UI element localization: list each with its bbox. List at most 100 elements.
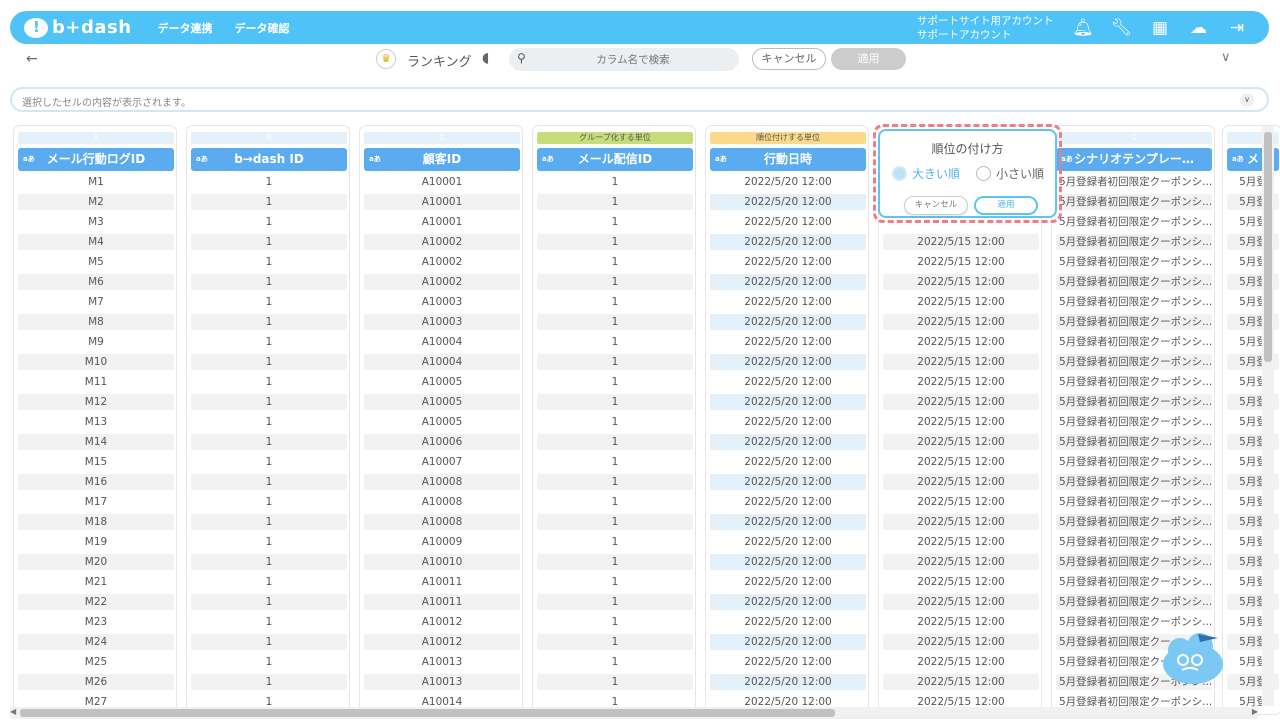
cell-content-bar[interactable]: 選択したセルの内容が表示されます。 ∨	[10, 87, 1269, 112]
table-cell[interactable]: 2022/5/15 12:00	[883, 234, 1039, 250]
table-cell[interactable]: M16	[18, 474, 174, 490]
vertical-scrollbar[interactable]	[1262, 126, 1274, 706]
table-cell[interactable]: 2022/5/15 12:00	[883, 634, 1039, 650]
account-info[interactable]: サポートサイト用アカウント サポートアカウント	[917, 14, 1054, 42]
table-cell[interactable]: A10009	[364, 534, 520, 550]
table-cell[interactable]: 1	[537, 674, 693, 690]
table-cell[interactable]: 5月登録者初回限定クーポンシ...	[1056, 294, 1212, 310]
apply-button[interactable]: 適用	[831, 48, 906, 70]
table-cell[interactable]: 2022/5/15 12:00	[883, 434, 1039, 450]
table-cell[interactable]: 5月登録者初回限定クーポンシ...	[1056, 514, 1212, 530]
table-cell[interactable]: M23	[18, 614, 174, 630]
table-cell[interactable]: A10008	[364, 474, 520, 490]
table-cell[interactable]: 2022/5/20 12:00	[710, 214, 866, 230]
table-cell[interactable]: 1	[537, 234, 693, 250]
table-cell[interactable]: 2022/5/15 12:00	[883, 274, 1039, 290]
table-cell[interactable]: 5月登録者初回限定クーポンシ...	[1056, 314, 1212, 330]
table-cell[interactable]: 1	[537, 634, 693, 650]
table-cell[interactable]: 2022/5/15 12:00	[883, 254, 1039, 270]
table-cell[interactable]: A10008	[364, 514, 520, 530]
table-cell[interactable]: 2022/5/20 12:00	[710, 594, 866, 610]
vertical-scroll-thumb[interactable]	[1264, 132, 1272, 362]
table-cell[interactable]: A10011	[364, 594, 520, 610]
table-cell[interactable]: 2022/5/20 12:00	[710, 194, 866, 210]
table-cell[interactable]: 2022/5/20 12:00	[710, 494, 866, 510]
table-cell[interactable]: 1	[191, 174, 347, 190]
table-cell[interactable]: 2022/5/15 12:00	[883, 454, 1039, 470]
table-cell[interactable]: M11	[18, 374, 174, 390]
table-cell[interactable]: 2022/5/20 12:00	[710, 434, 866, 450]
table-cell[interactable]: 2022/5/15 12:00	[883, 654, 1039, 670]
table-cell[interactable]: A10011	[364, 574, 520, 590]
column-header[interactable]: aあ b→dash ID	[191, 148, 347, 171]
column-header[interactable]: aあ メール行動ログID	[18, 148, 174, 171]
radio-descending[interactable]: 大きい順	[892, 165, 960, 182]
table-cell[interactable]: 1	[537, 214, 693, 230]
table-cell[interactable]: 2022/5/20 12:00	[710, 374, 866, 390]
table-cell[interactable]: M14	[18, 434, 174, 450]
table-cell[interactable]: M7	[18, 294, 174, 310]
table-cell[interactable]: 5月登録者初回限定クーポンシ...	[1056, 394, 1212, 410]
table-cell[interactable]: 5月登録者初回限定クーポンシ...	[1056, 274, 1212, 290]
table-cell[interactable]: 5月登録者初回限定クーポンシ...	[1056, 234, 1212, 250]
scroll-left-icon[interactable]: ◀	[10, 707, 16, 716]
table-cell[interactable]: M4	[18, 234, 174, 250]
table-cell[interactable]: 2022/5/20 12:00	[710, 334, 866, 350]
table-cell[interactable]: 2022/5/20 12:00	[710, 634, 866, 650]
mascot-icon[interactable]	[1160, 630, 1226, 686]
table-cell[interactable]: A10012	[364, 634, 520, 650]
table-cell[interactable]: 2022/5/15 12:00	[883, 594, 1039, 610]
table-cell[interactable]: 1	[191, 514, 347, 530]
table-cell[interactable]: 2022/5/20 12:00	[710, 394, 866, 410]
table-cell[interactable]: 2022/5/20 12:00	[710, 294, 866, 310]
table-cell[interactable]: M24	[18, 634, 174, 650]
column-header[interactable]: aあ 顧客ID	[364, 148, 520, 171]
table-cell[interactable]: 5月登録者初回限定クーポンシ...	[1056, 194, 1212, 210]
table-cell[interactable]: 1	[191, 634, 347, 650]
table-cell[interactable]: 5月登録者初回限定クーポンシ...	[1056, 534, 1212, 550]
table-cell[interactable]: 2022/5/15 12:00	[883, 474, 1039, 490]
table-cell[interactable]: 5月登録者初回限定クーポンシ...	[1056, 434, 1212, 450]
table-cell[interactable]: 2022/5/15 12:00	[883, 534, 1039, 550]
table-cell[interactable]: 1	[191, 614, 347, 630]
horizontal-scrollbar[interactable]: ◀ ▶	[10, 707, 1258, 719]
table-cell[interactable]: M2	[18, 194, 174, 210]
table-cell[interactable]: A10005	[364, 374, 520, 390]
table-cell[interactable]: 1	[191, 354, 347, 370]
table-cell[interactable]: 1	[191, 194, 347, 210]
table-cell[interactable]: M3	[18, 214, 174, 230]
table-cell[interactable]: 5月登録者初回限定クーポンシ...	[1056, 214, 1212, 230]
table-cell[interactable]: 1	[537, 274, 693, 290]
table-cell[interactable]: 1	[537, 514, 693, 530]
chevron-down-icon[interactable]: ∨	[1240, 93, 1254, 107]
table-cell[interactable]: 1	[537, 594, 693, 610]
table-cell[interactable]: 2022/5/20 12:00	[710, 314, 866, 330]
table-cell[interactable]: 1	[191, 234, 347, 250]
table-cell[interactable]: 1	[191, 654, 347, 670]
table-cell[interactable]: 2022/5/20 12:00	[710, 274, 866, 290]
table-cell[interactable]: 1	[191, 394, 347, 410]
table-cell[interactable]: 2022/5/20 12:00	[710, 514, 866, 530]
table-cell[interactable]: 1	[537, 434, 693, 450]
table-cell[interactable]: A10003	[364, 314, 520, 330]
table-cell[interactable]: A10003	[364, 294, 520, 310]
table-cell[interactable]: A10001	[364, 214, 520, 230]
table-cell[interactable]: 5月登録者初回限定クーポンシ...	[1056, 354, 1212, 370]
table-cell[interactable]: 2022/5/20 12:00	[710, 234, 866, 250]
table-cell[interactable]: A10004	[364, 354, 520, 370]
table-cell[interactable]: 1	[191, 254, 347, 270]
table-cell[interactable]: 1	[537, 314, 693, 330]
table-cell[interactable]: 5月登録者初回限定クーポンシ...	[1056, 614, 1212, 630]
table-cell[interactable]: 2022/5/15 12:00	[883, 314, 1039, 330]
table-cell[interactable]: 2022/5/15 12:00	[883, 614, 1039, 630]
table-cell[interactable]: M9	[18, 334, 174, 350]
horizontal-scroll-thumb[interactable]	[20, 709, 835, 717]
table-cell[interactable]: 5月登録者初回限定クーポンシ...	[1056, 174, 1212, 190]
table-cell[interactable]: M25	[18, 654, 174, 670]
table-cell[interactable]: 5月登録者初回限定クーポンシ...	[1056, 574, 1212, 590]
table-cell[interactable]: 2022/5/20 12:00	[710, 674, 866, 690]
table-cell[interactable]: 2022/5/15 12:00	[883, 294, 1039, 310]
table-cell[interactable]: 1	[537, 654, 693, 670]
table-cell[interactable]: 1	[537, 414, 693, 430]
table-cell[interactable]: 1	[537, 254, 693, 270]
